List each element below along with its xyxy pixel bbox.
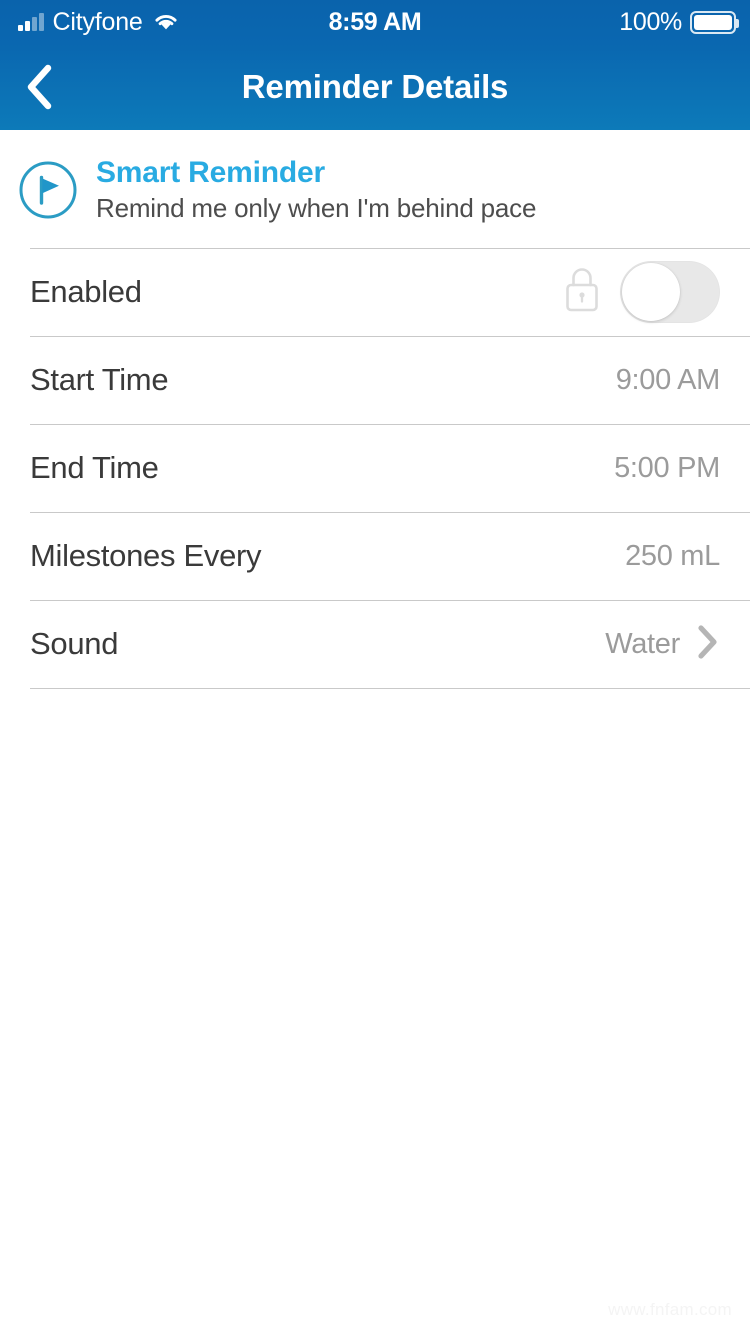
navigation-bar: Reminder Details: [0, 44, 750, 130]
row-value: 5:00 PM: [614, 451, 720, 484]
toggle-knob: [622, 263, 680, 322]
setting-row-enabled[interactable]: Enabled: [0, 249, 750, 336]
setting-row-sound[interactable]: Sound Water: [0, 601, 750, 688]
row-label: Start Time: [30, 362, 169, 398]
smart-reminder-title: Smart Reminder: [96, 156, 325, 189]
enabled-controls: [560, 261, 720, 324]
row-separator: [30, 687, 750, 689]
row-value: Water: [605, 627, 680, 660]
smart-reminder-text: Smart Reminder Remind me only when I'm b…: [96, 156, 536, 224]
setting-row-start-time[interactable]: Start Time 9:00 AM: [0, 337, 750, 424]
battery-full-icon: [690, 10, 739, 34]
row-label: End Time: [30, 450, 159, 486]
settings-list: Smart Reminder Remind me only when I'm b…: [0, 130, 750, 689]
enabled-label: Enabled: [30, 274, 142, 310]
lock-closed-icon: [560, 264, 604, 321]
row-label: Milestones Every: [30, 538, 262, 574]
chevron-left-icon: [22, 63, 56, 111]
status-bar-right: 100%: [619, 0, 739, 44]
back-button[interactable]: [10, 58, 68, 116]
row-label: Sound: [30, 626, 119, 662]
row-value: 9:00 AM: [615, 363, 721, 396]
flag-circle-icon: [0, 159, 96, 221]
enabled-toggle[interactable]: [620, 261, 720, 324]
watermark: www.fnfam.com: [608, 1300, 732, 1319]
setting-row-milestones-every[interactable]: Milestones Every 250 mL: [0, 513, 750, 600]
battery-percent-label: 100%: [619, 7, 682, 36]
row-value: 250 mL: [625, 539, 720, 572]
setting-row-end-time[interactable]: End Time 5:00 PM: [0, 425, 750, 512]
page-title: Reminder Details: [241, 68, 509, 105]
smart-reminder-subtitle: Remind me only when I'm behind pace: [96, 192, 537, 223]
status-bar: Cityfone 8:59 AM 100%: [0, 0, 750, 44]
smart-reminder-header: Smart Reminder Remind me only when I'm b…: [0, 130, 750, 248]
sound-value-group: Water: [605, 623, 720, 666]
chevron-right-icon: [696, 623, 720, 666]
